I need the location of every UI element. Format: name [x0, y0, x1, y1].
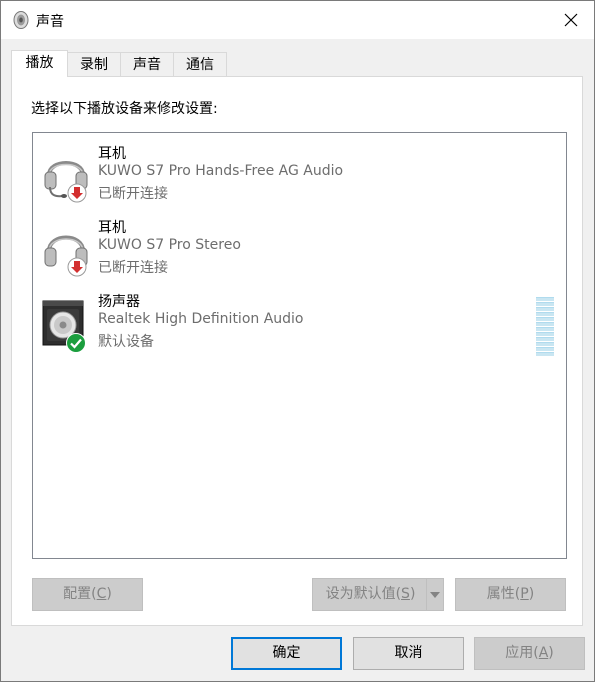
tab-playback[interactable]: 播放: [11, 50, 68, 77]
device-status: 已断开连接: [98, 260, 168, 276]
speaker-app-icon: [13, 11, 29, 29]
sound-dialog: 声音 播放 录制 声音 通信 选择以下播放设备来修改设置: 耳机 KUWO S7…: [0, 0, 595, 682]
device-name: 耳机: [98, 146, 126, 162]
device-description: Realtek High Definition Audio: [98, 311, 304, 327]
apply-button[interactable]: 应用(A): [474, 637, 585, 670]
playback-device-list[interactable]: 耳机 KUWO S7 Pro Hands-Free AG Audio 已断开连接…: [32, 132, 567, 559]
close-icon: [564, 13, 578, 27]
close-button[interactable]: [548, 1, 594, 39]
device-status: 已断开连接: [98, 186, 168, 202]
volume-level-meter: [536, 297, 554, 356]
tab-communications[interactable]: 通信: [173, 52, 227, 76]
title-bar: 声音: [1, 1, 594, 39]
device-item[interactable]: 耳机 KUWO S7 Pro Stereo 已断开连接: [33, 217, 566, 287]
device-name: 耳机: [98, 220, 126, 236]
default-check-badge-icon: [66, 333, 86, 353]
ok-button[interactable]: 确定: [231, 637, 342, 670]
configure-button[interactable]: 配置(C): [32, 578, 143, 611]
properties-button[interactable]: 属性(P): [455, 578, 566, 611]
device-name: 扬声器: [98, 294, 140, 310]
set-default-button[interactable]: 设为默认值(S): [312, 578, 444, 611]
chevron-down-icon: [430, 591, 440, 598]
instruction-label: 选择以下播放设备来修改设置:: [31, 101, 218, 117]
disconnected-badge-icon: [67, 257, 87, 277]
device-item[interactable]: 耳机 KUWO S7 Pro Hands-Free AG Audio 已断开连接: [33, 143, 566, 213]
disconnected-badge-icon: [67, 183, 87, 203]
device-description: KUWO S7 Pro Stereo: [98, 237, 241, 253]
set-default-dropdown[interactable]: [426, 579, 443, 610]
device-item[interactable]: 扬声器 Realtek High Definition Audio 默认设备: [33, 291, 566, 361]
tab-sounds[interactable]: 声音: [120, 52, 174, 76]
device-description: KUWO S7 Pro Hands-Free AG Audio: [98, 163, 344, 179]
device-status: 默认设备: [98, 334, 154, 350]
window-title: 声音: [36, 14, 64, 30]
cancel-button[interactable]: 取消: [353, 637, 464, 670]
tab-recording[interactable]: 录制: [67, 52, 121, 76]
playback-panel: 选择以下播放设备来修改设置: 耳机 KUWO S7 Pro Hands-Free…: [11, 76, 583, 626]
